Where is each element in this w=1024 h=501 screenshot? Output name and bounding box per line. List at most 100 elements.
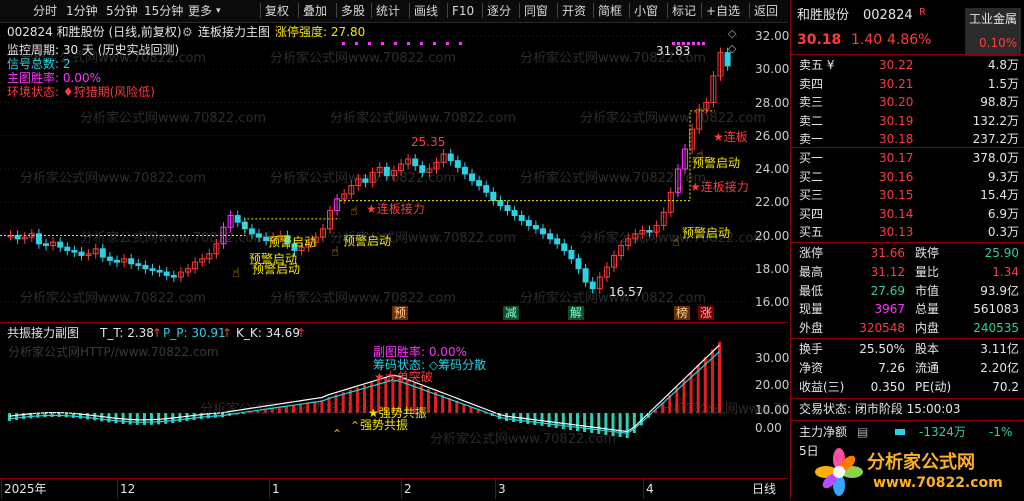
sub-chart[interactable]: 分析家公式网www.70822.com分析家公式网www.70822.com分析…: [0, 322, 789, 479]
btn-duogu[interactable]: 多股: [341, 3, 365, 19]
marker-dot: [692, 42, 695, 45]
candle-body: [234, 215, 241, 223]
candle-body: [547, 233, 554, 240]
stat-label: PE(动): [915, 380, 952, 394]
marker-dot: [433, 42, 436, 45]
ask-price: 30.22: [879, 58, 914, 72]
tab-fenshi[interactable]: 分时: [33, 3, 57, 19]
stat-value: 25.90: [984, 246, 1019, 260]
stat-row: 现量 3967 总量 561083: [791, 300, 1024, 319]
tt-value: T_T: 2.38: [100, 326, 154, 340]
axis-label: 4: [646, 482, 654, 496]
sub-chart-title[interactable]: 共振接力副图: [7, 326, 79, 340]
ask-row[interactable]: 卖三 30.20 98.8万: [791, 93, 1024, 112]
candle-body: [64, 246, 71, 251]
chart-title: 002824 和胜股份 (日线,前复权): [7, 25, 182, 39]
btn-zhufen[interactable]: 逐分: [487, 3, 511, 19]
stat-label: 净资: [799, 361, 824, 375]
sub-info-line: 副图胜率: 0.00%: [373, 345, 467, 359]
indicator-name[interactable]: 连板接力主图: [198, 25, 270, 39]
ask-row[interactable]: 卖五 ¥ 30.22 4.8万: [791, 56, 1024, 75]
candle-body: [256, 233, 262, 238]
histogram-bar: [270, 408, 274, 413]
candle-body: [525, 220, 532, 227]
stock-badge: R: [919, 7, 926, 18]
histogram-bar: [150, 413, 153, 425]
btn-tongji[interactable]: 统计: [376, 3, 400, 19]
axis-label: 12: [120, 482, 136, 496]
candle-body: [575, 258, 582, 270]
y-tick-label: 26.00: [755, 128, 790, 143]
main-chart[interactable]: 分析家公式网www.70822.com 分析家公式网www.70822.com 分析…: [0, 22, 790, 322]
bid-row[interactable]: 买五 30.13 0.3万: [791, 223, 1024, 242]
ask-row[interactable]: 卖二 30.19 132.2万: [791, 112, 1024, 131]
stat-row: 净资 7.26 流通 2.20亿: [791, 359, 1024, 378]
high-price-label: 31.83: [656, 44, 691, 58]
bid-label: 买一: [799, 151, 824, 165]
bid-row[interactable]: 买三 30.15 15.4万: [791, 186, 1024, 205]
stat-value: 31.12: [870, 264, 905, 279]
stat-label: 跌停: [915, 246, 940, 260]
candle-body: [518, 215, 525, 222]
btn-biaoji[interactable]: 标记: [672, 3, 696, 19]
annotation-label: 预警启动: [682, 226, 731, 240]
table-icon[interactable]: ▤: [857, 423, 868, 442]
histogram-bar: [618, 413, 622, 437]
histogram-bar: [568, 413, 572, 430]
histogram-bar: [284, 406, 288, 413]
marker-dot: [368, 42, 371, 45]
btn-kaizi[interactable]: 开资: [562, 3, 586, 19]
btn-back[interactable]: 返回: [754, 3, 778, 19]
btn-tongchuang[interactable]: 同窗: [524, 3, 548, 19]
candle-body: [568, 249, 575, 260]
btn-jiankuang[interactable]: 简框: [598, 3, 622, 19]
bid-volume: 0.3万: [987, 225, 1019, 239]
alert-hand-icon: ☝: [696, 148, 704, 163]
candle-body: [532, 225, 539, 230]
btn-diejia[interactable]: 叠加: [303, 3, 327, 19]
pp-value: P_P: 30.91: [163, 326, 226, 340]
candle-body: [561, 243, 568, 251]
y-tick-label: 28.00: [755, 95, 790, 110]
period-label[interactable]: 日线: [752, 482, 776, 496]
signal-tag: 涨: [698, 306, 715, 320]
btn-huaxian[interactable]: 画线: [414, 3, 438, 19]
tab-more[interactable]: 更多: [188, 3, 212, 19]
stat-row: 最高 31.12 量比 1.34: [791, 263, 1024, 282]
sector-name: 工业金属: [969, 12, 1018, 26]
toolbar: 分时 1分钟 5分钟 15分钟 更多 复权 叠加 多股 统计 画线 F10 逐分 同窗 开资 简框 小窗 标记 +…: [0, 0, 788, 23]
stat-row: 换手 25.50% 股本 3.11亿: [791, 340, 1024, 359]
btn-add-watch[interactable]: +自选: [706, 3, 740, 19]
sub-info-line: ★大单突破: [374, 370, 433, 384]
candle-body: [490, 191, 497, 202]
more-arrow-icon[interactable]: ▾: [216, 3, 221, 19]
btn-fuquan[interactable]: 复权: [265, 3, 289, 19]
histogram-bar: [355, 387, 359, 413]
btn-xiaochuang[interactable]: 小窗: [634, 3, 658, 19]
watermark-text: 分析家公式网www.70822.com: [430, 431, 616, 447]
stock-name: 和胜股份: [797, 8, 850, 23]
candle-body: [114, 259, 120, 263]
ask-label: 卖四: [799, 76, 824, 91]
settings-icon[interactable]: ⚙: [182, 25, 193, 39]
diamond-icon[interactable]: ◇: [728, 27, 736, 41]
diamond-icon-2[interactable]: ◇: [728, 42, 736, 56]
stat-value: 1.34: [992, 264, 1019, 279]
candle-body: [504, 205, 511, 212]
marker-dot: [394, 42, 397, 45]
histogram-bar: [192, 413, 196, 421]
bid-price: 30.15: [879, 188, 914, 202]
bid-row[interactable]: 买一 30.17 378.0万: [791, 149, 1024, 168]
stat-label: 内盘: [915, 321, 940, 336]
tt-arrow-icon: ↑: [152, 326, 163, 340]
annotation-label: ★连板: [713, 130, 748, 144]
stat-label: 现量: [799, 302, 824, 317]
tab-15min[interactable]: 15分钟: [144, 3, 183, 19]
ask-row[interactable]: 卖四 30.21 1.5万: [791, 75, 1024, 94]
tab-1min[interactable]: 1分钟: [66, 3, 98, 19]
axis-label: 1: [272, 482, 280, 496]
tab-5min[interactable]: 5分钟: [106, 3, 138, 19]
bid-row[interactable]: 买二 30.16 9.3万: [791, 168, 1024, 187]
bid-row[interactable]: 买四 30.14 6.9万: [791, 205, 1024, 224]
btn-f10[interactable]: F10: [452, 3, 474, 19]
